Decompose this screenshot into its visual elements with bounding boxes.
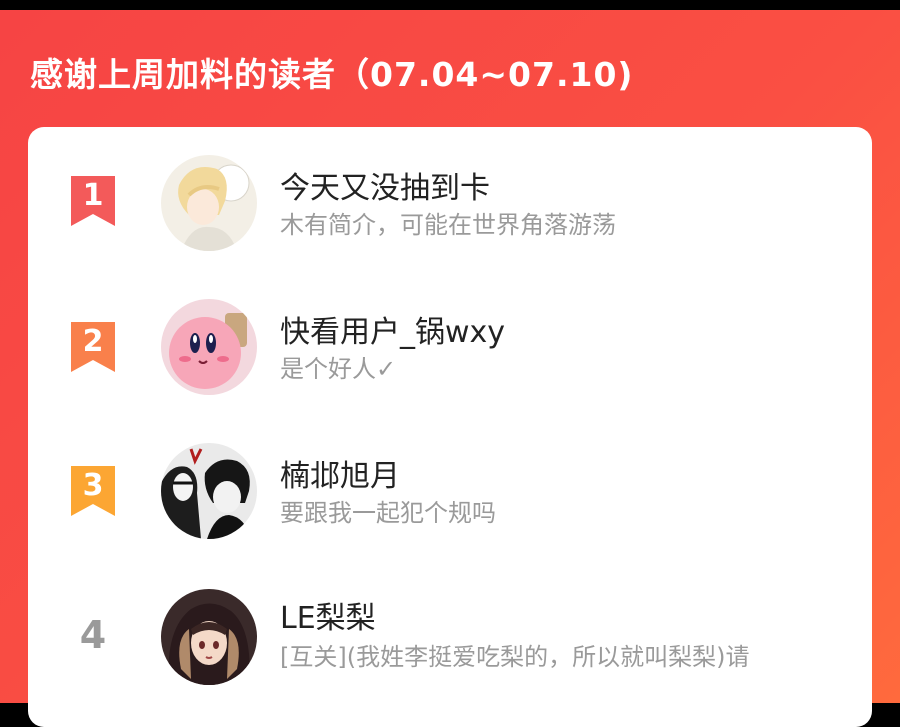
reader-row-4[interactable]: 4 LE梨梨 [互关](我姓李挺爱吃梨的，所以就叫梨梨)请: [28, 583, 872, 693]
reader-name: 楠邶旭月: [280, 459, 400, 494]
reader-bio: [互关](我姓李挺爱吃梨的，所以就叫梨梨)请: [280, 643, 750, 671]
reader-bio: 木有简介，可能在世界角落游荡: [280, 211, 616, 239]
reader-row-1[interactable]: 1 今天又没抽到卡 木有简介，可能在世界角落游荡: [28, 149, 872, 259]
rank-badge-bronze-ribbon-icon: 3: [69, 466, 117, 516]
rank-number: 3: [82, 468, 104, 503]
reader-name: 快看用户_锅wxy: [280, 315, 506, 350]
reader-row-3[interactable]: 3 楠邶旭月 要跟我一起犯个规吗: [28, 437, 872, 547]
rank-number: 2: [82, 324, 104, 359]
top-black-bar: [0, 0, 900, 10]
reader-bio: 要跟我一起犯个规吗: [280, 499, 496, 527]
reader-name: LE梨梨: [280, 601, 376, 636]
rank-badge-silver-ribbon-icon: 2: [69, 322, 117, 372]
rank-number: 4: [79, 613, 107, 657]
reader-row-2[interactable]: 2 快看用户_锅wxy 是个好人✓: [28, 293, 872, 403]
reader-name: 今天又没抽到卡: [280, 171, 490, 206]
kirby-avatar-icon: [161, 299, 257, 395]
rank-number: 1: [82, 178, 104, 213]
avatar[interactable]: [161, 299, 257, 395]
avatar[interactable]: [161, 155, 257, 251]
page-title: 感谢上周加料的读者（07.04~07.10): [30, 55, 634, 94]
readers-list-card: 1 今天又没抽到卡 木有简介，可能在世界角落游荡 2 快看用户_锅wxy 是个好…: [28, 127, 872, 727]
manga-duo-avatar-icon: [161, 443, 257, 539]
anime-boy-avatar-icon: [161, 155, 257, 251]
reader-bio: 是个好人✓: [280, 355, 397, 383]
avatar[interactable]: [161, 589, 257, 685]
avatar[interactable]: [161, 443, 257, 539]
rank-badge-gold-ribbon-icon: 1: [69, 176, 117, 226]
weekly-readers-panel: 感谢上周加料的读者（07.04~07.10) 1 今天又没抽到卡 木有简介，可能…: [0, 10, 900, 727]
anime-girl-avatar-icon: [161, 589, 257, 685]
